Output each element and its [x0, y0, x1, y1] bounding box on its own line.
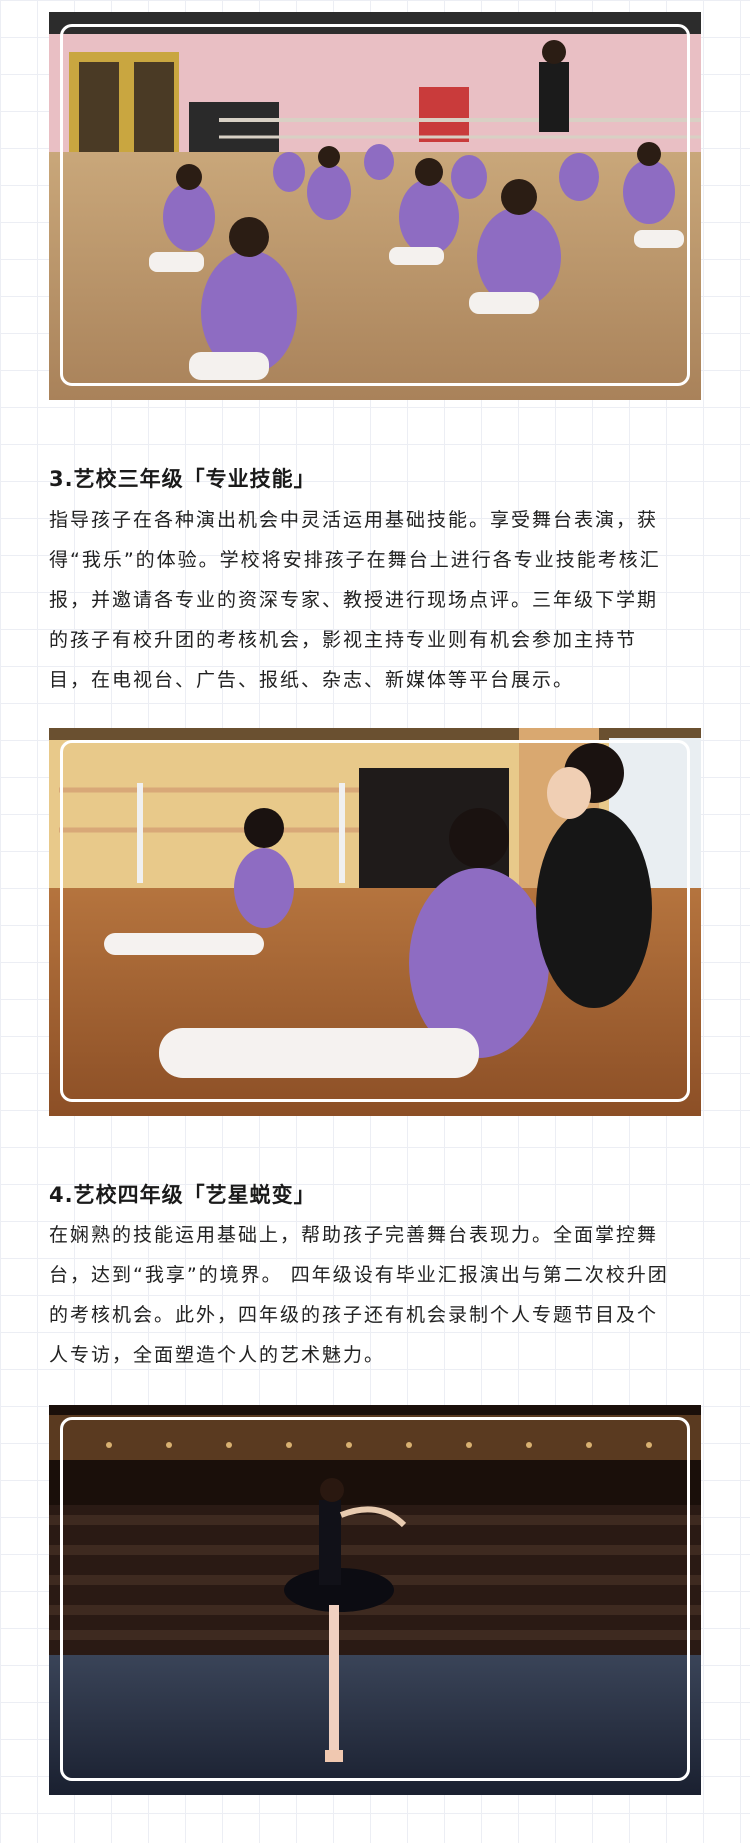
section-title-grade-4: 4.艺校四年级「艺星蜕变」: [49, 1183, 316, 1207]
text-line: 指导孩子在各种演出机会中灵活运用基础技能。享受舞台表演，获: [49, 509, 659, 531]
text-line: 在娴熟的技能运用基础上，帮助孩子完善舞台表现力。全面掌控舞: [49, 1224, 659, 1246]
section-body-grade-3: 指导孩子在各种演出机会中灵活运用基础技能。享受舞台表演，获 得“我乐”的体验。学…: [49, 500, 701, 700]
text-line: 的孩子有校升团的考核机会，影视主持专业则有机会参加主持节: [49, 629, 638, 651]
photo-frame-2: [60, 740, 690, 1102]
section-title-grade-3: 3.艺校三年级「专业技能」: [49, 467, 316, 491]
text-line: 目，在电视台、广告、报纸、杂志、新媒体等平台展示。: [49, 669, 575, 691]
photo-frame-1: [60, 24, 690, 386]
text-line: 人专访，全面塑造个人的艺术魅力。: [49, 1344, 386, 1366]
photo-frame-3: [60, 1417, 690, 1781]
section-body-grade-4: 在娴熟的技能运用基础上，帮助孩子完善舞台表现力。全面掌控舞 台，达到“我享”的境…: [49, 1215, 701, 1375]
text-line: 报，并邀请各专业的资深专家、教授进行现场点评。三年级下学期: [49, 589, 659, 611]
text-line: 的考核机会。此外，四年级的孩子还有机会录制个人专题节目及个: [49, 1304, 659, 1326]
text-line: 得“我乐”的体验。学校将安排孩子在舞台上进行各专业技能考核汇: [49, 549, 661, 571]
text-line: 台，达到“我享”的境界。 四年级设有毕业汇报演出与第二次校升团: [49, 1264, 669, 1286]
